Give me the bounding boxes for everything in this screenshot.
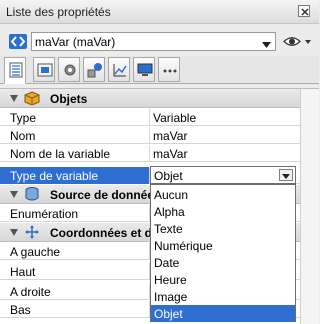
dropdown-button[interactable]: [279, 169, 293, 181]
vertical-scrollbar[interactable]: [300, 89, 319, 324]
column-divider: [149, 127, 150, 144]
dropdown-option[interactable]: Heure: [151, 271, 295, 288]
property-value: Variable: [153, 111, 197, 125]
variable-select[interactable]: maVar (maVar): [31, 32, 276, 51]
dropdown-option[interactable]: Texte: [151, 220, 295, 237]
dropdown-option[interactable]: Image: [151, 288, 295, 305]
tab-form[interactable]: [33, 57, 55, 82]
section-title: Objets: [50, 92, 88, 106]
window-title: Liste des propriétés: [6, 5, 111, 19]
variable-type-dropdown: Aucun Alpha Texte Numérique Date Heure I…: [150, 184, 296, 322]
title-bar: Liste des propriétés: [0, 0, 319, 24]
property-key: Type de variable: [10, 169, 99, 183]
tab-monitor[interactable]: [133, 57, 155, 82]
tab-chart[interactable]: [108, 57, 130, 82]
variable-type-combo[interactable]: Objet: [150, 166, 296, 184]
chart-icon: [113, 64, 127, 77]
property-key: Enumération: [10, 207, 79, 221]
collapse-triangle-icon: [10, 95, 18, 102]
property-key: Haut: [10, 265, 36, 279]
tab-shapes[interactable]: [83, 57, 105, 82]
dropdown-option-selected[interactable]: Objet: [151, 305, 295, 322]
collapse-triangle-icon: [10, 229, 18, 236]
tab-settings[interactable]: [58, 57, 80, 82]
dropdown-option[interactable]: Alpha: [151, 203, 295, 220]
property-value: maVar: [153, 129, 188, 143]
property-row[interactable]: Nom maVar: [0, 127, 300, 144]
section-objets[interactable]: Objets: [0, 89, 300, 108]
object-cube-icon: [24, 91, 40, 105]
database-icon: [25, 187, 39, 201]
property-key: A gauche: [10, 245, 61, 259]
property-row[interactable]: Nom de la variable maVar: [0, 145, 300, 162]
property-row[interactable]: Type Variable: [0, 109, 300, 126]
dropdown-option[interactable]: Date: [151, 254, 295, 271]
form-icon: [37, 63, 53, 77]
list-icon: [9, 62, 23, 78]
shapes-icon: [87, 63, 102, 78]
section-title: Coordonnées et dimensions: [50, 226, 150, 240]
column-divider: [149, 109, 150, 126]
swap-arrows-icon[interactable]: [9, 34, 27, 49]
property-key: Nom de la variable: [10, 147, 111, 161]
tab-more[interactable]: [158, 57, 180, 82]
property-key: Type: [10, 111, 37, 125]
column-divider: [149, 145, 150, 162]
eye-icon[interactable]: [281, 32, 313, 51]
more-icon: [163, 69, 177, 73]
property-key: A droite: [10, 285, 51, 299]
collapse-triangle-icon: [10, 191, 18, 198]
gear-icon: [64, 64, 76, 76]
close-icon[interactable]: [298, 5, 310, 17]
dropdown-option[interactable]: Aucun: [151, 186, 295, 203]
property-key: Bas: [10, 303, 31, 317]
property-key: Nom: [10, 129, 36, 143]
move-arrows-icon: [25, 225, 39, 239]
combo-value: Objet: [154, 169, 183, 183]
monitor-icon: [137, 63, 153, 76]
property-value: maVar: [153, 147, 188, 161]
chevron-down-icon: [262, 37, 271, 51]
section-title: Source de données: [50, 188, 150, 202]
chevron-down-icon: [282, 174, 290, 179]
variable-select-value: maVar (maVar): [35, 35, 116, 49]
dropdown-option[interactable]: Numérique: [151, 237, 295, 254]
tab-properties[interactable]: [4, 57, 26, 84]
